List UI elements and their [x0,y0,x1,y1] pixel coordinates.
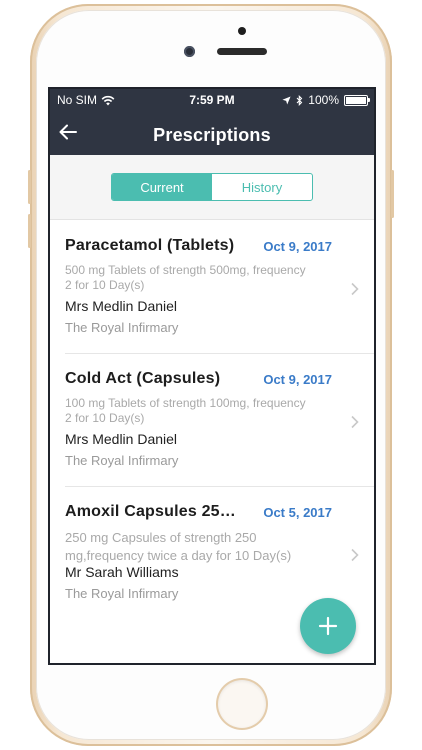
bluetooth-icon [296,94,303,106]
dosage-description: 250 mg Capsules of strength 250 mg,frequ… [65,530,292,563]
battery-icon [344,94,370,106]
app-screen: No SIM 7:59 PM 100% Prescriptions Curren… [50,89,374,663]
power-button [391,170,394,218]
plus-icon [318,616,338,636]
prescription-date: Oct 9, 2017 [263,372,332,387]
hospital-name: The Royal Infirmary [65,453,179,468]
medicine-name: Amoxil Capsules 250 ... [65,503,243,520]
status-right: 100% [282,93,370,107]
dosage-description: 100 mg Tablets of strength 100mg, freque… [65,396,306,425]
status-bar: No SIM 7:59 PM 100% [50,89,374,111]
battery-percent: 100% [308,93,339,107]
chevron-right-icon [351,282,359,296]
add-prescription-button[interactable] [300,598,356,654]
doctor-name: Mrs Medlin Daniel [65,298,178,314]
medicine-name: Paracetamol (Tablets) [65,237,235,254]
prescription-date: Oct 9, 2017 [263,239,332,254]
hospital-name: The Royal Infirmary [65,320,179,335]
nav-bar: Prescriptions [50,111,374,155]
tab-bar-area: Current History [50,155,374,220]
list-item[interactable]: Cold Act (Capsules) Oct 9, 2017 100 mg T… [50,353,374,486]
location-arrow-icon [282,95,291,105]
doctor-name: Mr Sarah Williams [65,564,179,580]
tab-history[interactable]: History [212,174,312,200]
volume-button [28,214,31,248]
medicine-name: Cold Act (Capsules) [65,370,221,387]
proximity-sensor [238,27,246,35]
doctor-name: Mrs Medlin Daniel [65,431,178,447]
hospital-name: The Royal Infirmary [65,586,179,601]
home-button[interactable] [218,680,266,728]
prescription-list: Paracetamol (Tablets) Oct 9, 2017 500 mg… [50,220,374,619]
volume-button [28,170,31,204]
prescription-date: Oct 5, 2017 [263,505,332,520]
list-item[interactable]: Paracetamol (Tablets) Oct 9, 2017 500 mg… [50,220,374,353]
tab-current[interactable]: Current [112,174,212,200]
chevron-right-icon [351,415,359,429]
page-title: Prescriptions [153,125,271,145]
earpiece-speaker [217,48,267,55]
dosage-description: 500 mg Tablets of strength 500mg, freque… [65,263,306,292]
segmented-control: Current History [111,173,313,201]
chevron-right-icon [351,548,359,562]
front-camera [184,46,195,57]
